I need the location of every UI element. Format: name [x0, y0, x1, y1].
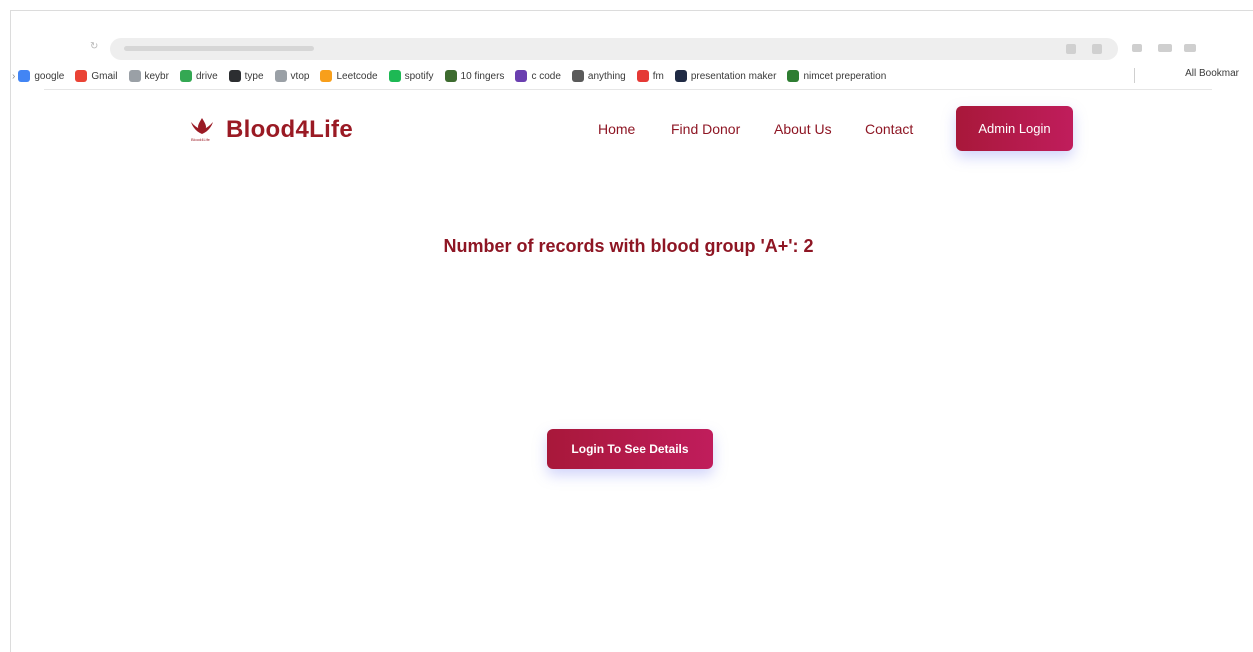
admin-login-button[interactable]: Admin Login — [956, 106, 1073, 151]
bookmark-nimcet-preperation[interactable]: nimcet preperation — [787, 70, 886, 82]
bookmark-label: drive — [195, 70, 218, 82]
google-icon — [18, 70, 31, 82]
bookmark-gmail[interactable]: Gmail — [75, 70, 118, 82]
login-to-see-details-button[interactable]: Login To See Details — [547, 429, 713, 469]
extensions-icon[interactable] — [1132, 44, 1142, 52]
tree-icon — [787, 70, 800, 82]
bookmark-label: fm — [652, 70, 664, 82]
profile-icon[interactable] — [1184, 44, 1196, 52]
records-count-text: Number of records with blood group 'A+':… — [443, 236, 814, 256]
vtop-icon — [274, 70, 287, 82]
bookmark-label: type — [244, 70, 264, 82]
bookmark-vtop[interactable]: vtop — [274, 70, 310, 82]
nav-home[interactable]: Home — [598, 121, 635, 137]
drive-icon — [179, 70, 192, 82]
install-icon[interactable] — [1066, 44, 1076, 54]
bookmark-google[interactable]: google — [18, 70, 64, 82]
toolbar-divider — [44, 89, 1212, 90]
bookmark-label: 10 fingers — [460, 70, 505, 82]
all-bookmarks-label: All Bookmar — [1185, 68, 1239, 79]
bookmark-spotify[interactable]: spotify — [388, 70, 434, 82]
bookmark-anything[interactable]: anything — [571, 70, 626, 82]
bookmarks-bar: › google Gmail keybr drive type vtop Leetcode s… — [12, 66, 1253, 86]
bookmark-label: presentation maker — [690, 70, 777, 82]
bookmark-10-fingers[interactable]: 10 fingers — [444, 70, 505, 82]
bookmark-label: Gmail — [91, 70, 118, 82]
bookmark-label: spotify — [404, 70, 434, 82]
records-count-heading: Number of records with blood group 'A+':… — [0, 236, 1253, 257]
bookmark-label: vtop — [290, 70, 310, 82]
ccode-icon — [515, 70, 528, 82]
bookmark-drive[interactable]: drive — [179, 70, 218, 82]
bookmark-label: keybr — [144, 70, 169, 82]
all-bookmarks[interactable]: All Bookmar — [1179, 68, 1239, 79]
bookmark-label: google — [34, 70, 65, 82]
bookmark-label: c code — [531, 70, 561, 82]
browser-toolbar: ↻ — [12, 38, 1253, 62]
bookmark-keybr[interactable]: keybr — [128, 70, 169, 82]
gmail-icon — [75, 70, 88, 82]
presentation-icon — [674, 70, 687, 82]
keybr-icon — [128, 70, 141, 82]
bookmark-c-code[interactable]: c code — [515, 70, 561, 82]
bookmark-leetcode[interactable]: Leetcode — [320, 70, 378, 82]
tenfingers-icon — [444, 70, 457, 82]
bookmark-label: nimcet preperation — [803, 70, 887, 82]
bookmark-presentation-maker[interactable]: presentation maker — [674, 70, 777, 82]
bookmark-label: anything — [587, 70, 626, 82]
address-bar[interactable] — [110, 38, 1118, 60]
leetcode-icon — [320, 70, 333, 82]
monkeytype-icon — [228, 70, 241, 82]
menu-icon[interactable] — [1158, 44, 1172, 52]
window-frame-top — [10, 10, 1253, 11]
browser-window: ↻ › google Gmail keybr drive type vtop Leetcod… — [0, 0, 1253, 652]
reload-icon[interactable]: ↻ — [90, 42, 100, 52]
bookmark-label: Leetcode — [336, 70, 378, 82]
window-frame-left — [10, 10, 11, 652]
nav-about-us[interactable]: About Us — [774, 121, 832, 137]
bookmarks-separator — [1134, 68, 1135, 83]
anything-icon — [571, 70, 584, 82]
url-text-blurred — [124, 46, 314, 51]
bookmark-type[interactable]: type — [228, 70, 264, 82]
nav-find-donor[interactable]: Find Donor — [671, 121, 740, 137]
fm-icon — [636, 70, 649, 82]
overflow-chevron-icon[interactable]: › — [12, 71, 15, 82]
star-icon[interactable] — [1092, 44, 1102, 54]
bookmark-fm[interactable]: fm — [636, 70, 664, 82]
nav-contact[interactable]: Contact — [865, 121, 913, 137]
spotify-icon — [388, 70, 401, 82]
